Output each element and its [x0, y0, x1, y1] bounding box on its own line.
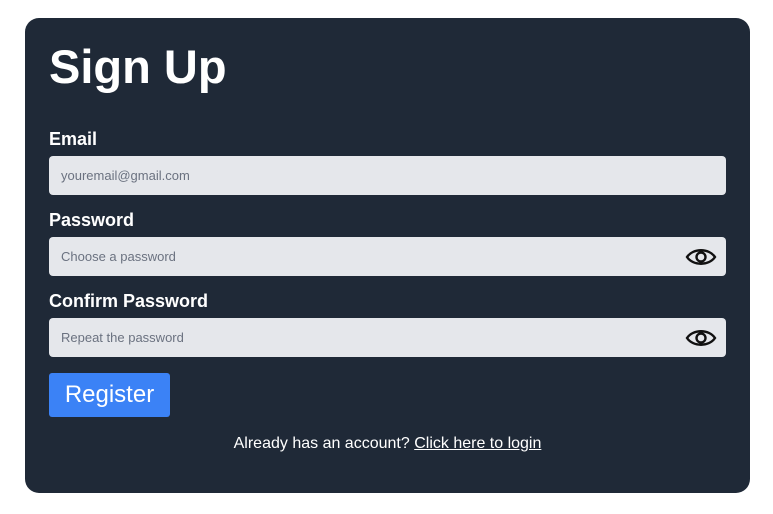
register-button[interactable]: Register [49, 373, 170, 417]
confirm-password-label: Confirm Password [49, 291, 209, 311]
eye-icon[interactable] [685, 246, 717, 268]
signup-card: Sign Up Email Password Confirm Password … [25, 18, 750, 493]
login-prompt-text: Already has an account? [233, 435, 410, 452]
eye-icon[interactable] [685, 327, 717, 349]
email-field-container [49, 156, 726, 195]
login-prompt: Already has an account? Click here to lo… [25, 434, 750, 454]
password-label: Password [49, 210, 135, 230]
email-label: Email [49, 129, 98, 149]
confirm-password-field-container [49, 318, 726, 357]
login-link[interactable]: Click here to login [414, 435, 541, 452]
page-title: Sign Up [49, 40, 227, 93]
email-field[interactable] [49, 156, 726, 195]
password-field-container [49, 237, 726, 276]
confirm-password-field[interactable] [49, 318, 726, 357]
password-field[interactable] [49, 237, 726, 276]
